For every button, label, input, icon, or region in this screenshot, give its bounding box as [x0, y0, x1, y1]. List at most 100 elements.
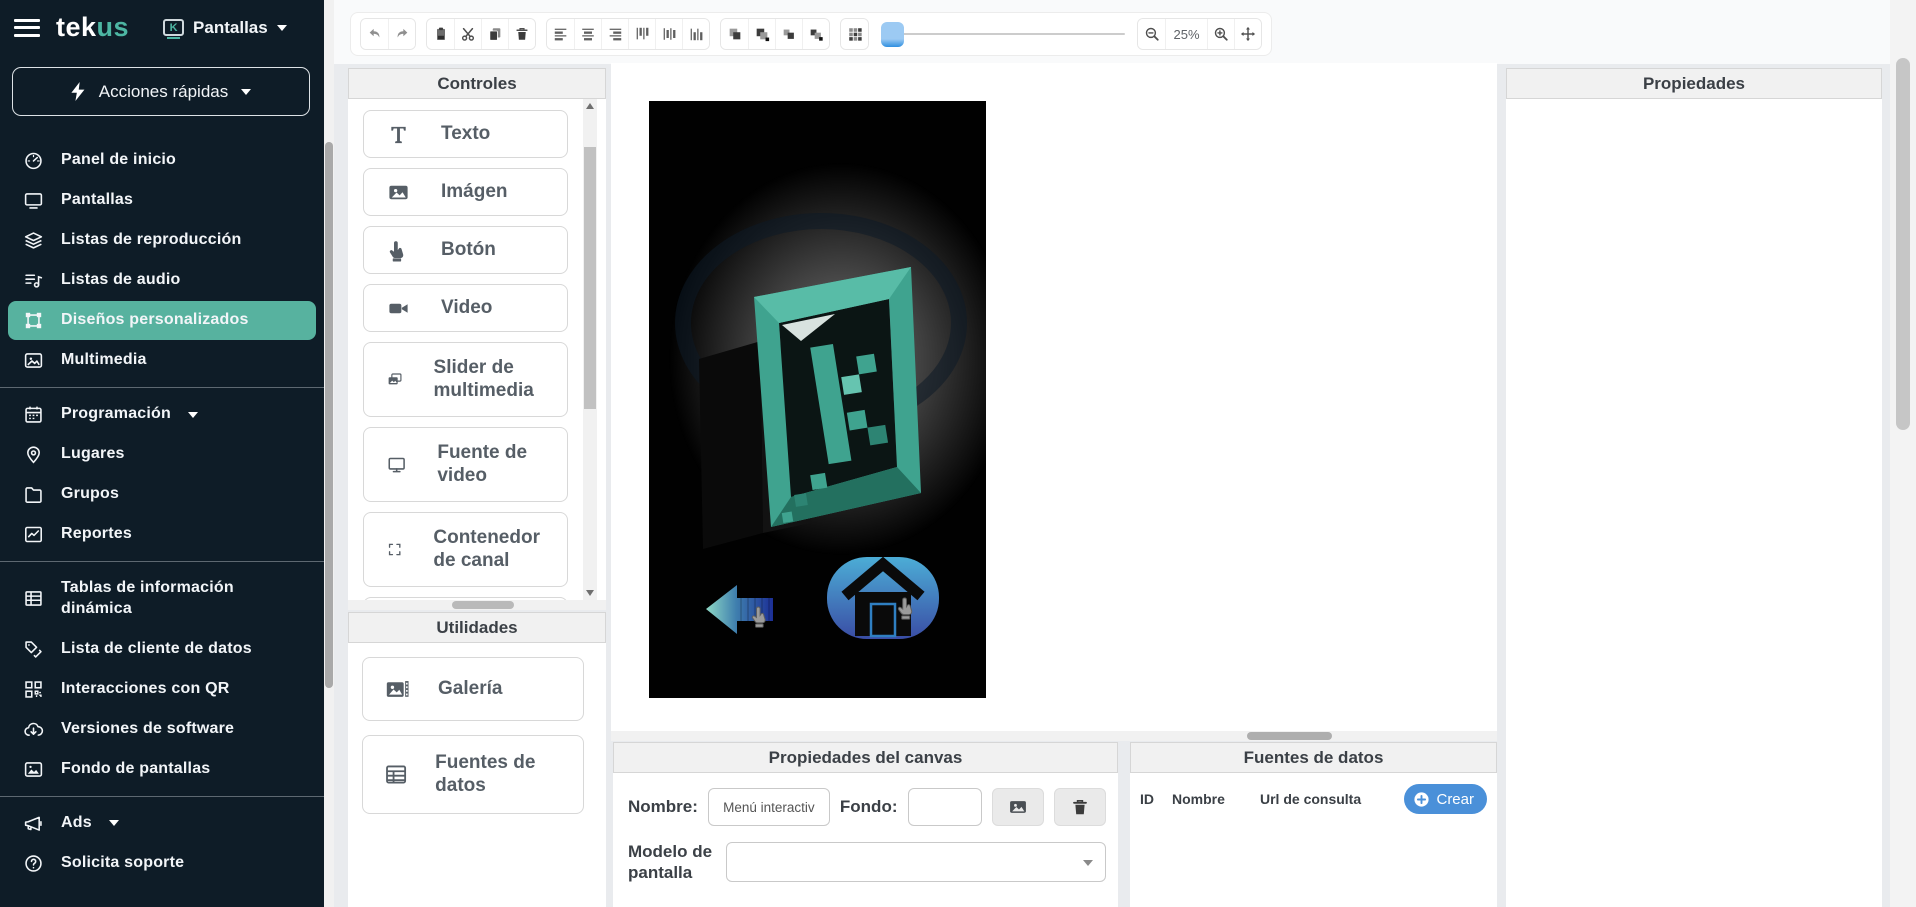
sidebar-item-interacciones-qr[interactable]: Interacciones con QR: [8, 670, 316, 709]
chevron-down-icon: [188, 412, 198, 418]
sidebar-item-grupos[interactable]: Grupos: [8, 475, 316, 514]
plus-circle-icon: [1413, 791, 1430, 808]
align-center-icon: [580, 26, 596, 42]
scroll-down-arrow-icon[interactable]: [583, 586, 597, 600]
context-switcher[interactable]: K Pantallas: [163, 18, 287, 38]
sidebar-item-pantallas[interactable]: Pantallas: [8, 181, 316, 220]
zoom-out-button[interactable]: [1138, 19, 1165, 49]
scroll-up-arrow-icon[interactable]: [583, 99, 597, 113]
design-canvas[interactable]: [611, 63, 1497, 731]
slider-control-icon: [387, 368, 403, 391]
redo-icon: [394, 26, 410, 42]
data-sources-panel: Fuentes de datos ID Nombre Url de consul…: [1130, 742, 1497, 907]
page-scrollbar-thumb[interactable]: [1896, 58, 1910, 430]
send-to-back-button[interactable]: [748, 19, 775, 49]
pin-icon: [23, 444, 44, 465]
align-right-button[interactable]: [601, 19, 628, 49]
sidebar-item-panel-de-inicio[interactable]: Panel de inicio: [8, 141, 316, 180]
send-backward-button[interactable]: [802, 19, 829, 49]
utilities-list: Galería Fuentes de datos: [348, 643, 606, 907]
distribute-top-button[interactable]: [628, 19, 655, 49]
align-left-icon: [553, 26, 569, 42]
sidebar-item-programacion[interactable]: Programación: [8, 395, 316, 434]
utility-card-fuentes-datos[interactable]: Fuentes de datos: [362, 735, 584, 814]
sidebar-scrollbar-thumb[interactable]: [325, 142, 333, 688]
zoom-in-button[interactable]: [1207, 19, 1234, 49]
sidebar-scrollbar[interactable]: [324, 0, 334, 907]
screen-model-select[interactable]: [726, 842, 1106, 882]
quick-actions-button[interactable]: Acciones rápidas: [12, 67, 310, 116]
controls-scrollbar[interactable]: [583, 99, 597, 600]
control-card-texto[interactable]: Texto: [363, 110, 568, 158]
column-id: ID: [1140, 791, 1172, 807]
canvas-hscrollbar-thumb[interactable]: [1247, 732, 1332, 740]
canvas-artwork-tekus-k-logo[interactable]: [649, 101, 986, 698]
pick-background-image-button[interactable]: [992, 788, 1044, 826]
sidebar-item-multimedia[interactable]: Multimedia: [8, 341, 316, 380]
sidebar-item-reportes[interactable]: Reportes: [8, 515, 316, 554]
sidebar-divider: [0, 561, 324, 562]
canvas-background-input[interactable]: [908, 788, 982, 826]
slider-track[interactable]: [881, 33, 1125, 35]
bring-forward-icon: [781, 26, 797, 42]
paste-button[interactable]: [427, 19, 454, 49]
design-icon: [23, 310, 44, 331]
pan-button[interactable]: [1234, 19, 1261, 49]
zoom-group: 25%: [1137, 18, 1262, 50]
cut-button[interactable]: [454, 19, 481, 49]
controls-hscrollbar-thumb[interactable]: [452, 601, 514, 609]
distribute-middle-button[interactable]: [655, 19, 682, 49]
align-right-icon: [607, 26, 623, 42]
copy-button[interactable]: [481, 19, 508, 49]
utilities-panel-title: Utilidades: [436, 618, 517, 638]
slider-thumb[interactable]: [881, 22, 904, 47]
delete-button[interactable]: [508, 19, 535, 49]
sidebar-item-disenos-personalizados[interactable]: Diseños personalizados: [8, 301, 316, 340]
canvas-name-input[interactable]: [708, 788, 830, 826]
distribute-middle-icon: [661, 26, 677, 42]
zoom-level-value: 25%: [1165, 19, 1207, 49]
send-backward-icon: [808, 26, 824, 42]
qr-icon: [23, 679, 44, 700]
control-card-slider-multimedia[interactable]: Slider de multimedia: [363, 342, 568, 417]
lightning-icon: [71, 82, 86, 101]
canvas-hscrollbar[interactable]: [611, 731, 1497, 741]
sidebar-item-tablas-dinamicas[interactable]: Tablas de información dinámica: [8, 569, 316, 629]
distribute-bottom-button[interactable]: [682, 19, 709, 49]
data-sources-title: Fuentes de datos: [1244, 748, 1384, 768]
sidebar-item-versiones-software[interactable]: Versiones de software: [8, 710, 316, 749]
utilities-panel-header: Utilidades: [348, 612, 606, 643]
redo-button[interactable]: [388, 19, 415, 49]
undo-button[interactable]: [361, 19, 388, 49]
control-card-boton[interactable]: Botón: [363, 226, 568, 274]
home-icon[interactable]: [827, 557, 939, 639]
sidebar-item-listas-de-audio[interactable]: Listas de audio: [8, 261, 316, 300]
clear-background-button[interactable]: [1054, 788, 1106, 826]
sidebar-item-listas-de-reproduccion[interactable]: Listas de reproducción: [8, 221, 316, 260]
sidebar-item-ads[interactable]: Ads: [8, 804, 316, 843]
controls-hscrollbar[interactable]: [348, 600, 606, 610]
sidebar-item-lista-cliente-datos[interactable]: Lista de cliente de datos: [8, 630, 316, 669]
sidebar-item-lugares[interactable]: Lugares: [8, 435, 316, 474]
screen-model-row: Modelo de pantalla: [628, 841, 1106, 884]
sidebar-item-solicita-soporte[interactable]: Solicita soporte: [8, 844, 316, 883]
app-logo[interactable]: tekus: [56, 12, 129, 43]
chevron-down-icon: [277, 25, 287, 31]
create-data-source-button[interactable]: Crear: [1404, 784, 1487, 814]
control-card-imagen[interactable]: Imágen: [363, 168, 568, 216]
controls-scrollbar-thumb[interactable]: [584, 147, 596, 409]
control-card-video[interactable]: Video: [363, 284, 568, 332]
bring-forward-button[interactable]: [775, 19, 802, 49]
hamburger-icon[interactable]: [14, 19, 40, 37]
grid-toggle-button[interactable]: [841, 19, 868, 49]
utility-card-galeria[interactable]: Galería: [362, 657, 584, 721]
align-center-button[interactable]: [574, 19, 601, 49]
grid-size-slider[interactable]: [879, 18, 1127, 50]
control-card-fuente-video[interactable]: Fuente de video: [363, 427, 568, 502]
control-card-contenedor-canal[interactable]: Contenedor de canal: [363, 512, 568, 587]
align-left-button[interactable]: [547, 19, 574, 49]
bring-to-front-button[interactable]: [721, 19, 748, 49]
wallpaper-icon: [23, 759, 44, 780]
sidebar-item-fondo-pantallas[interactable]: Fondo de pantallas: [8, 750, 316, 789]
page-scrollbar[interactable]: [1890, 0, 1916, 907]
